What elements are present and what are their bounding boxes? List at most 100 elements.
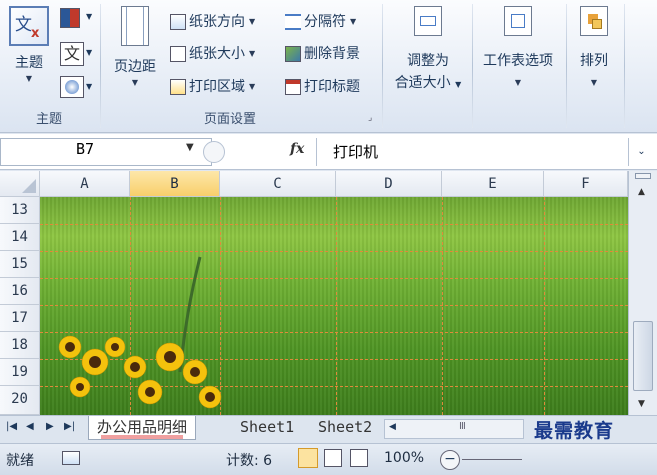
chevron-down-icon: ▼ — [249, 49, 256, 58]
scroll-thumb[interactable] — [633, 321, 653, 391]
chevron-down-icon: ▼ — [455, 80, 462, 89]
arrange-label: 排列 — [580, 53, 608, 69]
scale-label-line1: 调整为 — [407, 53, 449, 69]
chevron-down-icon: ▼ — [86, 82, 93, 91]
scale-to-fit-button[interactable]: 调整为 合适大小 ▼ — [386, 6, 470, 92]
margins-button[interactable]: 页边距 ▼ — [108, 6, 162, 87]
previous-sheet-icon[interactable]: ◀ — [26, 421, 34, 432]
print-titles-label: 打印标题 — [304, 79, 360, 95]
group-divider — [100, 4, 101, 128]
split-handle[interactable] — [635, 173, 651, 179]
print-titles-button[interactable]: 打印标题 — [285, 76, 360, 98]
sheet-tab-sheet2[interactable]: Sheet2 — [310, 416, 380, 440]
print-area-label: 打印区域 — [189, 79, 245, 95]
themes-group-label: 主题 — [35, 112, 62, 127]
sheet-tab-bar: |◀ ◀ ▶ ▶| 办公用品明细 Sheet1 Sheet2 ◀ Ⅲ 最需教育 — [0, 415, 657, 443]
size-label: 纸张大小 — [189, 46, 245, 62]
chevron-down-icon: ▼ — [350, 17, 357, 26]
sheet-options-icon — [504, 6, 532, 36]
spreadsheet-grid: A B C D E F 13 14 15 16 17 18 19 20 — [0, 171, 628, 415]
divider — [316, 138, 317, 166]
breaks-label: 分隔符 — [304, 14, 346, 30]
horizontal-scrollbar[interactable]: ◀ Ⅲ — [384, 419, 524, 439]
page-break-preview-icon[interactable] — [350, 449, 368, 467]
status-count: 计数: 6 — [226, 453, 273, 469]
column-header-b[interactable]: B — [130, 171, 220, 197]
chevron-down-icon[interactable]: ▼ — [186, 142, 194, 153]
dialog-launcher-icon[interactable]: ⌟ — [368, 113, 372, 123]
scale-label-line2: 合适大小 — [394, 75, 451, 91]
sheet-options-label: 工作表选项 — [483, 53, 553, 69]
next-sheet-icon[interactable]: ▶ — [46, 421, 54, 432]
scroll-up-icon[interactable]: ▲ — [638, 187, 645, 197]
print-titles-icon — [285, 79, 301, 95]
scroll-left-icon[interactable]: ◀ — [389, 422, 396, 432]
sheet-background-image[interactable] — [40, 197, 628, 415]
status-mode: 就绪 — [6, 453, 34, 469]
size-button[interactable]: 纸张大小 ▼ — [170, 43, 255, 65]
theme-fonts-icon[interactable]: 文 — [60, 42, 84, 66]
background-image-icon — [285, 46, 301, 62]
column-header-c[interactable]: C — [220, 171, 336, 197]
theme-effects-icon[interactable] — [60, 76, 84, 98]
paper-size-icon — [170, 46, 186, 62]
row-header-13[interactable]: 13 — [0, 197, 40, 224]
chevron-down-icon: ▼ — [131, 78, 139, 87]
last-sheet-icon[interactable]: ▶| — [64, 421, 75, 432]
scale-icon — [414, 6, 442, 36]
orientation-button[interactable]: 纸张方向 ▼ — [170, 11, 255, 33]
formula-value: 打印机 — [333, 143, 379, 161]
sheet-tab-label: Sheet1 — [240, 418, 295, 436]
arrange-button[interactable]: 排列 ▼ — [570, 6, 618, 87]
margins-icon — [121, 6, 149, 46]
column-header-d[interactable]: D — [336, 171, 442, 197]
sheet-tab-active[interactable]: 办公用品明细 — [88, 416, 197, 440]
row-header-15[interactable]: 15 — [0, 251, 40, 278]
theme-colors-button[interactable] — [60, 8, 98, 28]
page-layout-view-icon[interactable] — [324, 449, 342, 467]
zoom-level[interactable]: 100% — [384, 450, 424, 466]
row-header-14[interactable]: 14 — [0, 224, 40, 251]
row-header-19[interactable]: 19 — [0, 359, 40, 386]
chevron-down-icon: ▼ — [86, 48, 93, 57]
chevron-down-icon: ▼ — [25, 74, 33, 83]
expand-formula-bar-button[interactable]: ⌄ — [628, 138, 654, 166]
group-divider — [382, 4, 383, 128]
chevron-down-icon: ▼ — [249, 82, 256, 91]
themes-label: 主题 — [15, 55, 43, 71]
zoom-out-icon[interactable]: − — [440, 450, 460, 470]
group-divider — [566, 4, 567, 128]
sheet-options-button[interactable]: 工作表选项 ▼ — [474, 6, 562, 87]
row-header-20[interactable]: 20 — [0, 386, 40, 415]
orientation-label: 纸张方向 — [189, 14, 245, 30]
first-sheet-icon[interactable]: |◀ — [6, 421, 17, 432]
macro-record-icon[interactable] — [62, 451, 80, 465]
row-header-18[interactable]: 18 — [0, 332, 40, 359]
sheet-tab-sheet1[interactable]: Sheet1 — [232, 416, 302, 440]
chevron-down-icon: ▼ — [514, 78, 522, 87]
delete-background-button[interactable]: 删除背景 — [285, 43, 360, 65]
row-header-17[interactable]: 17 — [0, 305, 40, 332]
themes-button[interactable]: 文 x 主题 ▼ — [6, 6, 52, 83]
column-header-e[interactable]: E — [442, 171, 544, 197]
select-all-button[interactable] — [0, 171, 40, 197]
column-header-f[interactable]: F — [544, 171, 628, 197]
column-header-a[interactable]: A — [40, 171, 130, 197]
arrange-icon — [580, 6, 608, 36]
row-header-16[interactable]: 16 — [0, 278, 40, 305]
ribbon: 文 x 主题 ▼ ▼ 文 ▼ ▼ 主题 页边距 ▼ 纸张方向 ▼ 纸张大小 ▼ … — [0, 0, 657, 133]
page-setup-group-label: 页面设置 — [203, 112, 256, 127]
sunflower-image — [58, 256, 222, 409]
name-box[interactable] — [0, 138, 212, 166]
sheet-tab-label: 办公用品明细 — [97, 418, 188, 436]
breaks-button[interactable]: 分隔符 ▼ — [285, 11, 356, 33]
expand-handle[interactable] — [203, 141, 225, 163]
zoom-slider[interactable] — [462, 459, 522, 460]
scroll-grip-icon: Ⅲ — [459, 421, 466, 432]
normal-view-icon[interactable] — [298, 448, 318, 468]
orientation-icon — [170, 14, 186, 30]
scroll-down-icon[interactable]: ▼ — [638, 399, 645, 409]
vertical-scrollbar[interactable]: ▲ ▼ — [628, 171, 657, 415]
print-area-button[interactable]: 打印区域 ▼ — [170, 76, 255, 98]
insert-function-icon[interactable]: fx — [290, 141, 304, 157]
